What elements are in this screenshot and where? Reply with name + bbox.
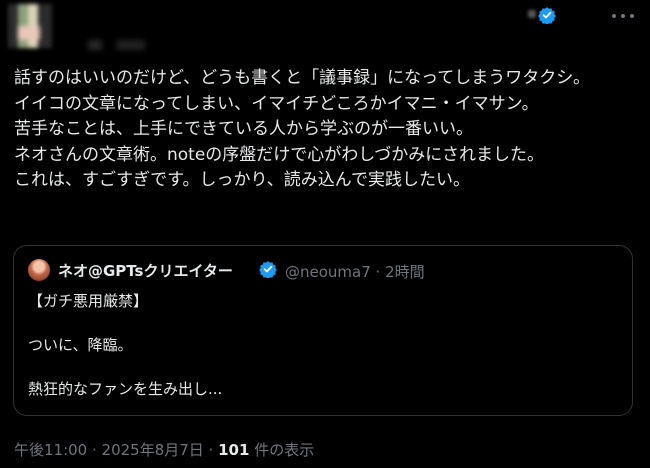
more-options-icon[interactable] [612, 8, 634, 24]
views-count[interactable]: 101 [218, 441, 249, 459]
author-avatar-blurred[interactable] [8, 4, 52, 48]
quoted-author-handle-time[interactable]: @neouma7 · 2時間 [285, 261, 425, 282]
tweet-footer: 午後11:00 · 2025年8月7日 · 101 件の表示 [14, 439, 314, 460]
author-name-blurred[interactable] [88, 40, 183, 50]
tweet-text: 話すのはいいのだけど、どうも書くと「議事録」になってしまうワタクシ。 イイコの文… [14, 68, 590, 190]
quoted-tweet-card[interactable]: ネオ@GPTsクリエイター @neouma7 · 2時間 【ガチ悪用厳禁】 つい… [13, 245, 633, 416]
quoted-author-avatar[interactable] [28, 259, 50, 281]
verified-badge-icon [259, 261, 277, 278]
views-label: 件の表示 [249, 441, 315, 459]
verified-badge-icon [538, 7, 556, 24]
tweet-timestamp[interactable]: 午後11:00 · 2025年8月7日 · [14, 441, 218, 459]
quoted-tweet-text: 【ガチ悪用厳禁】 ついに、降臨。 熱狂的なファンを生み出し... [28, 292, 223, 398]
quoted-author-name[interactable]: ネオ@GPTsクリエイター [58, 260, 233, 281]
author-handle-blurred [528, 10, 536, 18]
tweet-header [0, 0, 650, 62]
